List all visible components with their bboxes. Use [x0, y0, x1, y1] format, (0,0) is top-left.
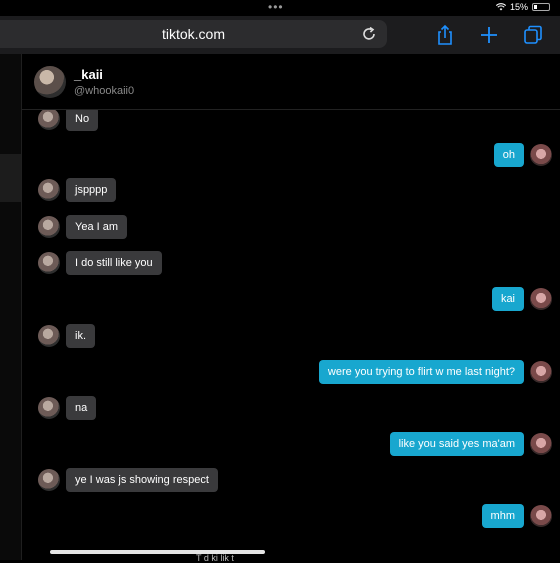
message-row: na [22, 392, 560, 424]
address-bar[interactable]: tiktok.com [0, 20, 387, 48]
message-row: kai [22, 283, 560, 315]
message-bubble[interactable]: were you trying to flirt w me last night… [318, 360, 524, 384]
message-bubble[interactable]: ik. [66, 324, 95, 348]
url-text[interactable]: tiktok.com [0, 26, 387, 42]
browser-toolbar: tiktok.com [0, 16, 560, 54]
message-bubble[interactable]: oh [493, 143, 524, 167]
message-input-preview: T d ki lik t [196, 553, 234, 563]
chat-handle: @whookaii0 [74, 85, 135, 97]
tabs-icon[interactable] [522, 24, 544, 46]
message-row: No [22, 110, 560, 135]
chat-username[interactable]: _kaii [74, 67, 103, 82]
message-row: ye I was js showing respect [22, 464, 560, 496]
message-row: like you said yes ma'am [22, 428, 560, 460]
avatar[interactable] [34, 66, 66, 98]
message-bubble[interactable]: jspppp [66, 178, 117, 202]
message-bubble[interactable]: na [66, 396, 97, 420]
message-bubble[interactable]: No [66, 110, 99, 131]
avatar[interactable] [38, 469, 60, 491]
avatar[interactable] [530, 361, 552, 383]
message-row: Yea I am [22, 211, 560, 243]
avatar[interactable] [38, 179, 60, 201]
avatar[interactable] [530, 288, 552, 310]
message-row: mhm [22, 500, 560, 532]
status-bar: ••• 15% [0, 0, 560, 16]
avatar[interactable] [530, 433, 552, 455]
message-row: jspppp [22, 174, 560, 206]
message-bubble[interactable]: like you said yes ma'am [389, 432, 524, 456]
avatar[interactable] [38, 110, 60, 130]
message-bubble[interactable]: ye I was js showing respect [66, 468, 218, 492]
avatar[interactable] [38, 397, 60, 419]
multitasking-dots[interactable]: ••• [268, 1, 284, 13]
status-icons: 15% [495, 2, 550, 12]
battery-percent: 15% [509, 2, 528, 12]
new-tab-icon[interactable] [478, 24, 500, 46]
message-row: ik. [22, 320, 560, 352]
avatar[interactable] [38, 252, 60, 274]
avatar[interactable] [530, 505, 552, 527]
message-bubble[interactable]: I do still like you [66, 251, 162, 275]
share-icon[interactable] [434, 24, 456, 46]
selected-conversation-item[interactable] [0, 154, 21, 202]
message-row: oh [22, 139, 560, 171]
message-list[interactable]: No oh jspppp Yea I am I do still like yo… [22, 110, 560, 560]
message-row: were you trying to flirt w me last night… [22, 356, 560, 388]
avatar[interactable] [530, 144, 552, 166]
conversation-list-panel[interactable] [0, 54, 22, 560]
reload-icon[interactable] [360, 25, 378, 43]
message-row: I do still like you [22, 247, 560, 279]
chat-header: _kaii @whookaii0 [22, 54, 560, 110]
message-bubble[interactable]: mhm [481, 504, 524, 528]
home-indicator[interactable] [50, 550, 265, 554]
wifi-icon [495, 3, 506, 11]
avatar[interactable] [38, 325, 60, 347]
message-bubble[interactable]: kai [491, 287, 524, 311]
avatar[interactable] [38, 216, 60, 238]
battery-icon [532, 3, 550, 11]
message-bubble[interactable]: Yea I am [66, 215, 128, 239]
